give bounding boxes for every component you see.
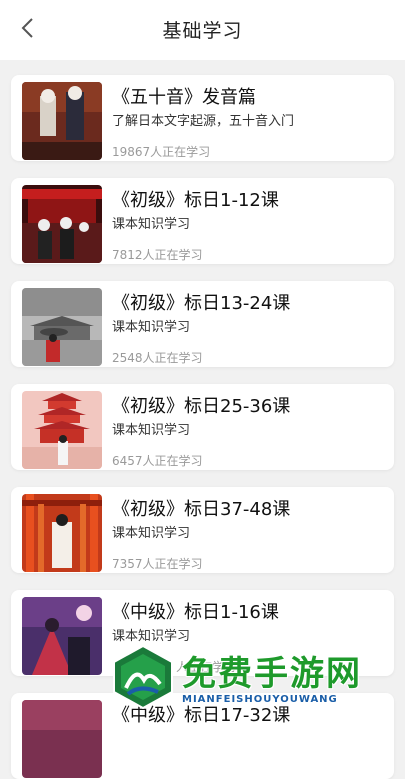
course-card[interactable]: 《初级》标日13-24课 课本知识学习 2548人正在学习 <box>11 281 394 367</box>
course-thumbnail <box>22 700 102 778</box>
course-thumbnail <box>22 82 102 160</box>
course-thumbnail <box>22 391 102 469</box>
page-title: 基础学习 <box>162 20 243 42</box>
learner-count: 6457人正在学习 <box>112 454 203 468</box>
watermark-text: 免费手游网 <box>182 654 362 694</box>
course-title: 《中级》标日1-16课 <box>112 602 279 623</box>
course-thumbnail <box>22 288 102 366</box>
course-subtitle: 课本知识学习 <box>112 217 191 232</box>
learner-count: 19867人正在学习 <box>112 145 211 159</box>
course-card[interactable]: 《初级》标日25-36课 课本知识学习 6457人正在学习 <box>11 384 394 470</box>
course-card[interactable]: 《初级》标日1-12课 课本知识学习 7812人正在学习 <box>11 178 394 264</box>
course-title: 《初级》标日1-12课 <box>112 190 279 211</box>
top-bar: 基础学习 <box>0 0 405 60</box>
watermark-logo-icon <box>113 644 173 710</box>
course-thumbnail <box>22 185 102 263</box>
learner-count: 2548人正在学习 <box>112 351 203 365</box>
course-subtitle: 课本知识学习 <box>112 526 191 541</box>
learner-count: 7357人正在学习 <box>112 557 203 571</box>
course-title: 《初级》标日25-36课 <box>112 396 291 417</box>
course-subtitle: 课本知识学习 <box>112 320 191 335</box>
course-title: 《五十音》发音篇 <box>112 87 256 108</box>
watermark: 免费手游网 MIANFEISHOUYOUWANG <box>104 630 404 720</box>
course-card[interactable]: 《初级》标日37-48课 课本知识学习 7357人正在学习 <box>11 487 394 573</box>
watermark-subtext: MIANFEISHOUYOUWANG <box>182 694 338 705</box>
course-card[interactable]: 《五十音》发音篇 了解日本文字起源，五十音入门 19867人正在学习 <box>11 75 394 161</box>
learner-count: 7812人正在学习 <box>112 248 203 262</box>
course-subtitle: 了解日本文字起源，五十音入门 <box>112 114 295 129</box>
course-thumbnail <box>22 597 102 675</box>
course-thumbnail <box>22 494 102 572</box>
course-title: 《初级》标日37-48课 <box>112 499 291 520</box>
course-subtitle: 课本知识学习 <box>112 423 191 438</box>
course-title: 《初级》标日13-24课 <box>112 293 291 314</box>
